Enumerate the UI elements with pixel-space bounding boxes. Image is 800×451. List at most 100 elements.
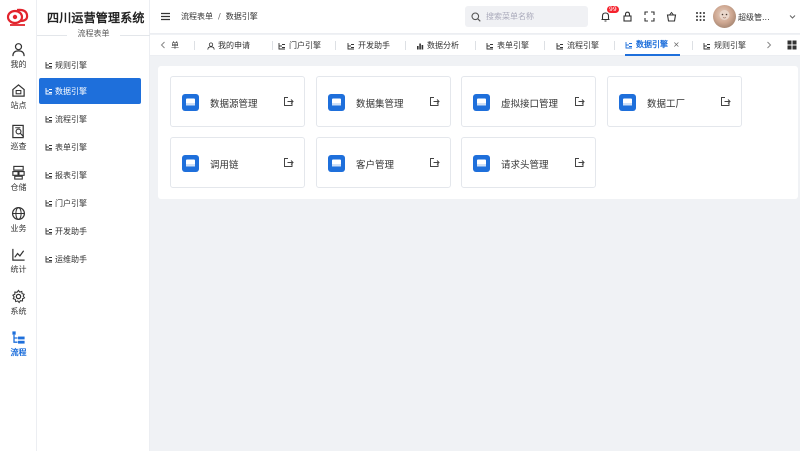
tab-portal-engine[interactable]: 门户引擎 — [278, 35, 321, 56]
card-request-header-management[interactable]: 请求头管理 — [461, 137, 596, 188]
enter-icon[interactable] — [574, 96, 585, 107]
username[interactable]: 超级管... — [738, 12, 770, 23]
tab-divider — [272, 41, 273, 50]
globe-icon — [11, 206, 26, 221]
user-icon — [207, 41, 215, 50]
tab-data-engine[interactable]: 数据引擎 × — [625, 35, 680, 56]
tab-divider — [544, 41, 545, 50]
rail-label: 业务 — [10, 224, 27, 233]
rail-item-warehouse[interactable]: 仓储 — [0, 165, 37, 201]
card-title: 数据集管理 — [356, 99, 404, 110]
tab-label: 规则引擎 — [714, 41, 746, 50]
sidebar-item-label: 流程引擎 — [55, 114, 87, 124]
inspect-icon — [12, 124, 25, 139]
rail-item-inspect[interactable]: 巡查 — [0, 124, 37, 160]
module-icon — [619, 94, 636, 111]
breadcrumb-separator: / — [218, 12, 221, 21]
sidebar-item-label: 开发助手 — [55, 226, 87, 236]
tab-label: 表单引擎 — [497, 41, 529, 50]
tab-rule-engine[interactable]: 规则引擎 — [703, 35, 746, 56]
flow-icon — [45, 62, 52, 69]
card-customer-management[interactable]: 客户管理 — [316, 137, 451, 188]
sidebar-item-portal-engine[interactable]: 门户引擎 — [39, 190, 141, 216]
chevron-left-icon[interactable] — [158, 39, 168, 51]
lock-icon[interactable] — [622, 11, 633, 22]
sidebar-item-dev-assistant[interactable]: 开发助手 — [39, 218, 141, 244]
tab-form-engine[interactable]: 表单引擎 — [486, 35, 529, 56]
flow-icon — [45, 172, 52, 179]
sidebar-item-data-engine[interactable]: 数据引擎 — [39, 78, 141, 104]
enter-icon[interactable] — [283, 157, 294, 168]
enter-icon[interactable] — [720, 96, 731, 107]
card-datasource-management[interactable]: 数据源管理 — [170, 76, 305, 127]
sidebar-item-form-engine[interactable]: 表单引擎 — [39, 134, 141, 160]
rail-item-system[interactable]: 系统 — [0, 289, 37, 325]
notification-badge: 99 — [607, 6, 619, 13]
search-input[interactable] — [486, 12, 576, 21]
card-title: 虚拟接口管理 — [501, 99, 559, 110]
fullscreen-icon[interactable] — [644, 11, 655, 22]
rail-item-business[interactable]: 业务 — [0, 206, 37, 242]
menu-search[interactable] — [465, 6, 588, 27]
enter-icon[interactable] — [574, 157, 585, 168]
sidebar-item-rule-engine[interactable]: 规则引擎 — [39, 52, 141, 78]
tab-divider — [614, 41, 615, 50]
tab-close-button[interactable]: × — [673, 40, 680, 49]
chevron-right-icon[interactable] — [764, 39, 774, 51]
enter-icon[interactable] — [429, 96, 440, 107]
tab-my-applications[interactable]: 我的申请 — [207, 35, 250, 56]
rail-item-mine[interactable]: 我的 — [0, 42, 37, 78]
tab-label: 单 — [171, 41, 179, 50]
module-icon — [473, 94, 490, 111]
flow-icon — [45, 228, 52, 235]
warehouse-icon — [12, 165, 25, 180]
flow-icon — [45, 116, 52, 123]
chevron-down-icon[interactable] — [789, 13, 796, 20]
tab-label: 我的申请 — [218, 41, 250, 50]
enter-icon[interactable] — [429, 157, 440, 168]
card-title: 调用链 — [210, 160, 239, 171]
breadcrumb-item[interactable]: 流程表单 — [181, 12, 213, 21]
sidebar-item-process-engine[interactable]: 流程引擎 — [39, 106, 141, 132]
rail-item-stats[interactable]: 统计 — [0, 247, 37, 283]
flow-icon — [556, 42, 563, 49]
tab-divider — [475, 41, 476, 50]
tab-label: 流程引擎 — [567, 41, 599, 50]
card-dataset-management[interactable]: 数据集管理 — [316, 76, 451, 127]
tab-dev-assistant[interactable]: 开发助手 — [347, 35, 390, 56]
card-data-factory[interactable]: 数据工厂 — [607, 76, 742, 127]
user-icon — [12, 43, 25, 57]
tab-partial[interactable]: 单 — [171, 35, 179, 56]
card-title: 客户管理 — [356, 160, 395, 171]
apps-grid-icon[interactable] — [695, 11, 706, 22]
flow-icon — [703, 42, 710, 49]
tab-grid-icon[interactable] — [787, 40, 797, 50]
card-call-chain[interactable]: 调用链 — [170, 137, 305, 188]
card-virtual-api-management[interactable]: 虚拟接口管理 — [461, 76, 596, 127]
sidebar: 四川运营管理系统 流程表单 规则引擎 数据引擎 流程引擎 表单引擎 报表引擎 门… — [37, 0, 150, 451]
module-icon — [182, 155, 199, 172]
sidebar-item-ops-assistant[interactable]: 运维助手 — [39, 246, 141, 272]
flow-icon — [625, 41, 632, 48]
sidebar-heading: 流程表单 — [37, 28, 150, 42]
chart-icon — [12, 248, 25, 261]
enter-icon[interactable] — [283, 96, 294, 107]
sidebar-item-report-engine[interactable]: 报表引擎 — [39, 162, 141, 188]
hamburger-icon[interactable] — [160, 11, 171, 22]
rail-item-site[interactable]: 站点 — [0, 83, 37, 119]
avatar-face-icon — [719, 10, 730, 20]
flow-icon — [45, 88, 52, 95]
breadcrumb-current: 数据引擎 — [225, 12, 258, 21]
rail-item-flow[interactable]: 流程 — [0, 330, 37, 366]
module-icon — [328, 155, 345, 172]
gear-icon — [12, 289, 26, 304]
shop-icon[interactable] — [666, 11, 677, 22]
tab-divider — [405, 41, 406, 50]
icon-rail: 我的 站点 巡查 仓储 业务 统计 系统 流程 — [0, 0, 37, 451]
rail-label: 站点 — [10, 101, 27, 110]
tab-data-analysis[interactable]: 数据分析 — [416, 35, 459, 56]
content-panel: 数据源管理 数据集管理 虚拟接口管理 数据工厂 调用链 客户管理 请求头管理 — [158, 66, 798, 199]
tab-process-engine[interactable]: 流程引擎 — [556, 35, 599, 56]
avatar[interactable] — [713, 5, 736, 28]
logo-icon — [6, 8, 29, 26]
